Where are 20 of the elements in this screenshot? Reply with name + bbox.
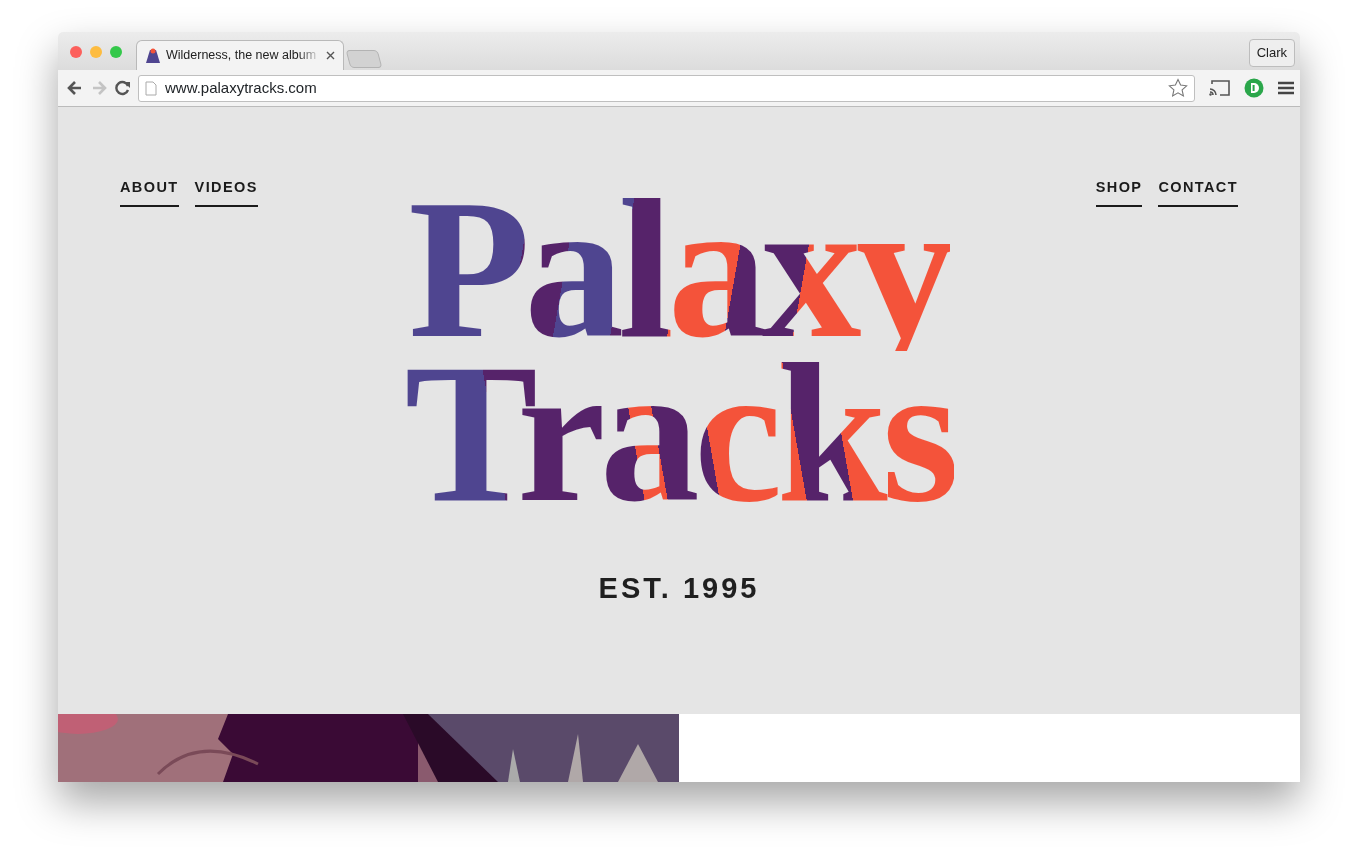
nav-link[interactable]: VIDEOS — [194, 177, 258, 207]
nav-link[interactable]: CONTACT — [1158, 177, 1238, 207]
tab-title: Wilderness, the new album — [166, 47, 318, 65]
cast-icon[interactable] — [1209, 80, 1230, 96]
browser-tab[interactable]: Wilderness, the new album — [136, 40, 344, 70]
tagline: EST. 1995 — [597, 571, 761, 606]
menu-icon[interactable] — [1278, 81, 1294, 95]
extension-icon[interactable] — [1244, 78, 1264, 98]
address-bar[interactable]: www.palaxytracks.com — [138, 74, 1195, 102]
close-tab-icon[interactable] — [326, 51, 335, 60]
user-button[interactable]: Clark — [1248, 39, 1295, 67]
star-icon[interactable] — [1168, 78, 1188, 98]
page-icon — [145, 80, 157, 96]
close-button[interactable] — [70, 46, 82, 58]
nav-link[interactable]: SHOP — [1095, 177, 1143, 207]
url-text: www.palaxytracks.com — [165, 77, 318, 98]
back-arrow-icon[interactable] — [66, 79, 84, 97]
favicon-icon — [145, 47, 161, 64]
nav-link[interactable]: ABOUT — [120, 177, 179, 207]
reload-icon[interactable] — [114, 79, 132, 97]
